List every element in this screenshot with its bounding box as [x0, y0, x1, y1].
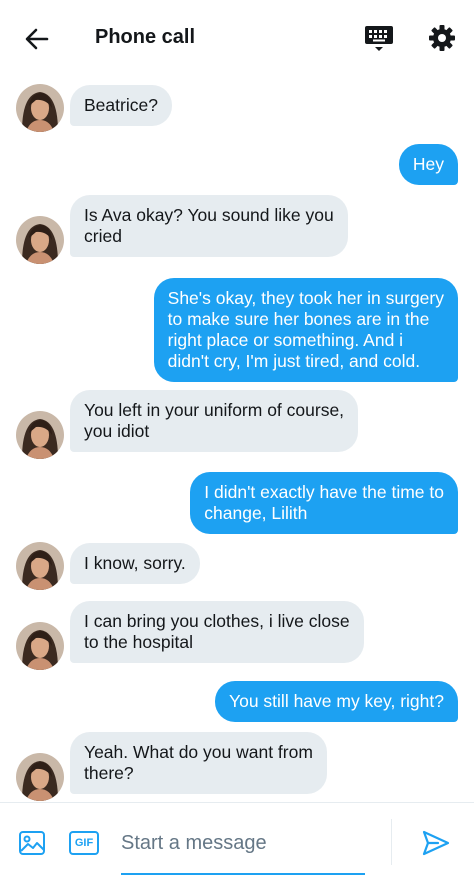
avatar[interactable]	[16, 542, 64, 590]
input-underline	[121, 873, 365, 875]
message-composer: GIF	[0, 802, 474, 880]
avatar[interactable]	[16, 84, 64, 132]
outgoing-message: She's okay, they took her in surgery to …	[153, 278, 458, 382]
incoming-message: Beatrice?	[70, 85, 172, 126]
gear-icon[interactable]	[426, 22, 458, 54]
avatar[interactable]	[16, 216, 64, 264]
page-title: Phone call	[95, 26, 196, 48]
avatar[interactable]	[16, 622, 64, 670]
incoming-message: You left in your uniform of course, you …	[70, 390, 359, 452]
avatar[interactable]	[16, 411, 64, 459]
message-input[interactable]	[121, 823, 365, 863]
send-icon[interactable]	[421, 828, 451, 858]
incoming-message: I can bring you clothes, i live close to…	[70, 601, 364, 663]
divider	[391, 819, 392, 865]
keyboard-icon[interactable]	[362, 24, 396, 54]
image-icon[interactable]	[18, 829, 46, 857]
incoming-message: Is Ava okay? You sound like you cried	[70, 195, 348, 257]
chat-header: Phone call	[0, 0, 474, 76]
incoming-message: I know, sorry.	[70, 543, 200, 584]
incoming-message: Yeah. What do you want from there?	[70, 732, 327, 794]
message-thread[interactable]: Beatrice? Hey Is Ava okay? You sound lik…	[0, 76, 474, 802]
avatar[interactable]	[16, 753, 64, 801]
gif-icon[interactable]: GIF	[69, 831, 99, 855]
back-arrow-icon[interactable]	[22, 24, 52, 54]
outgoing-message: I didn't exactly have the time to change…	[190, 472, 458, 534]
outgoing-message: Hey	[398, 144, 458, 185]
outgoing-message: You still have my key, right?	[215, 681, 458, 722]
